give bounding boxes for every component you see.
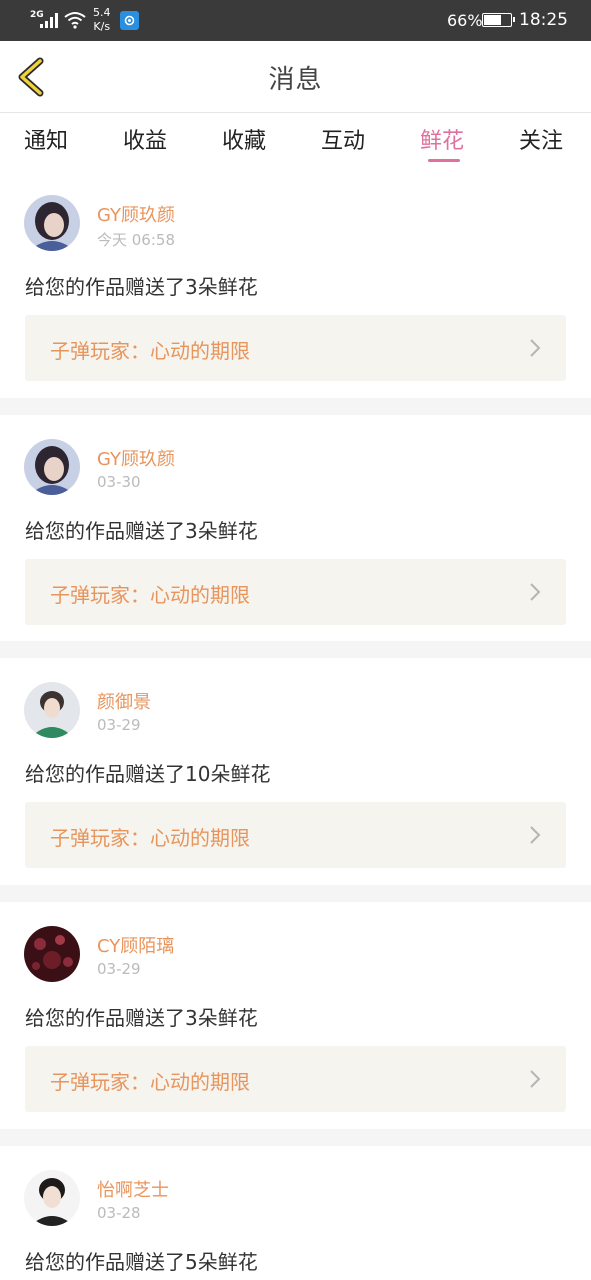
message-item: 颜御景 03-29 给您的作品赠送了10朵鲜花 子弹玩家：心动的期限 [0, 658, 591, 885]
tab-follows[interactable]: 关注 [519, 123, 563, 155]
message-item: GY顾玖颜 03-30 给您的作品赠送了3朵鲜花 子弹玩家：心动的期限 [0, 415, 591, 642]
username[interactable]: CY顾陌璃 [97, 932, 174, 958]
speed-unit: K/s [93, 20, 111, 33]
page-title: 消息 [268, 65, 323, 95]
avatar[interactable] [24, 195, 80, 251]
chevron-right-icon [530, 583, 541, 601]
divider [0, 641, 591, 658]
chevron-right-icon [530, 826, 541, 844]
work-link[interactable]: 子弹玩家：心动的期限 [25, 315, 566, 381]
message-item: GY顾玖颜 今天 06:58 给您的作品赠送了3朵鲜花 子弹玩家：心动的期限 [0, 171, 591, 398]
tab-notifications[interactable]: 通知 [24, 123, 68, 155]
battery-percent: 66% [447, 11, 483, 30]
signal-icon [40, 12, 60, 28]
divider [0, 398, 591, 415]
tab-interactions[interactable]: 互动 [321, 123, 365, 155]
message-text: 给您的作品赠送了3朵鲜花 [25, 1006, 258, 1030]
app-notification-icon [120, 11, 139, 30]
timestamp: 03-28 [97, 1204, 141, 1222]
username[interactable]: 颜御景 [97, 688, 151, 714]
message-item: CY顾陌璃 03-29 给您的作品赠送了3朵鲜花 子弹玩家：心动的期限 [0, 902, 591, 1129]
timestamp: 今天 06:58 [97, 231, 175, 249]
tab-earnings[interactable]: 收益 [123, 123, 167, 155]
work-link[interactable]: 子弹玩家：心动的期限 [25, 1046, 566, 1112]
message-text: 给您的作品赠送了10朵鲜花 [25, 762, 271, 786]
timestamp: 03-29 [97, 716, 141, 734]
status-bar: 2G 5.4 K/s 66% 18:25 [0, 0, 591, 41]
work-title: 子弹玩家：心动的期限 [50, 826, 250, 850]
username[interactable]: 怡啊芝士 [97, 1176, 169, 1202]
divider [0, 1129, 591, 1146]
wifi-icon [64, 12, 86, 29]
message-item: 怡啊芝士 03-28 给您的作品赠送了5朵鲜花 [0, 1146, 591, 1280]
chevron-right-icon [530, 339, 541, 357]
work-title: 子弹玩家：心动的期限 [50, 339, 250, 363]
clock: 18:25 [519, 10, 568, 30]
tab-bar: 通知 收益 收藏 互动 鲜花 关注 [0, 113, 591, 171]
divider [0, 885, 591, 902]
message-text: 给您的作品赠送了5朵鲜花 [25, 1250, 258, 1274]
speed-value: 5.4 [93, 6, 111, 19]
username[interactable]: GY顾玖颜 [97, 201, 175, 227]
avatar[interactable] [24, 682, 80, 738]
work-title: 子弹玩家：心动的期限 [50, 583, 250, 607]
avatar[interactable] [24, 439, 80, 495]
avatar[interactable] [24, 1170, 80, 1226]
timestamp: 03-29 [97, 960, 141, 978]
work-title: 子弹玩家：心动的期限 [50, 1070, 250, 1094]
work-link[interactable]: 子弹玩家：心动的期限 [25, 559, 566, 625]
tab-favorites[interactable]: 收藏 [222, 123, 266, 155]
message-text: 给您的作品赠送了3朵鲜花 [25, 275, 258, 299]
username[interactable]: GY顾玖颜 [97, 445, 175, 471]
tab-flowers[interactable]: 鲜花 [420, 123, 464, 155]
chevron-right-icon [530, 1070, 541, 1088]
battery-icon [482, 13, 515, 27]
work-link[interactable]: 子弹玩家：心动的期限 [25, 802, 566, 868]
network-speed: 5.4 K/s [93, 6, 111, 34]
active-tab-indicator [428, 159, 460, 162]
message-text: 给您的作品赠送了3朵鲜花 [25, 519, 258, 543]
nav-bar: 消息 [0, 41, 591, 113]
timestamp: 03-30 [97, 473, 141, 491]
avatar[interactable] [24, 926, 80, 982]
